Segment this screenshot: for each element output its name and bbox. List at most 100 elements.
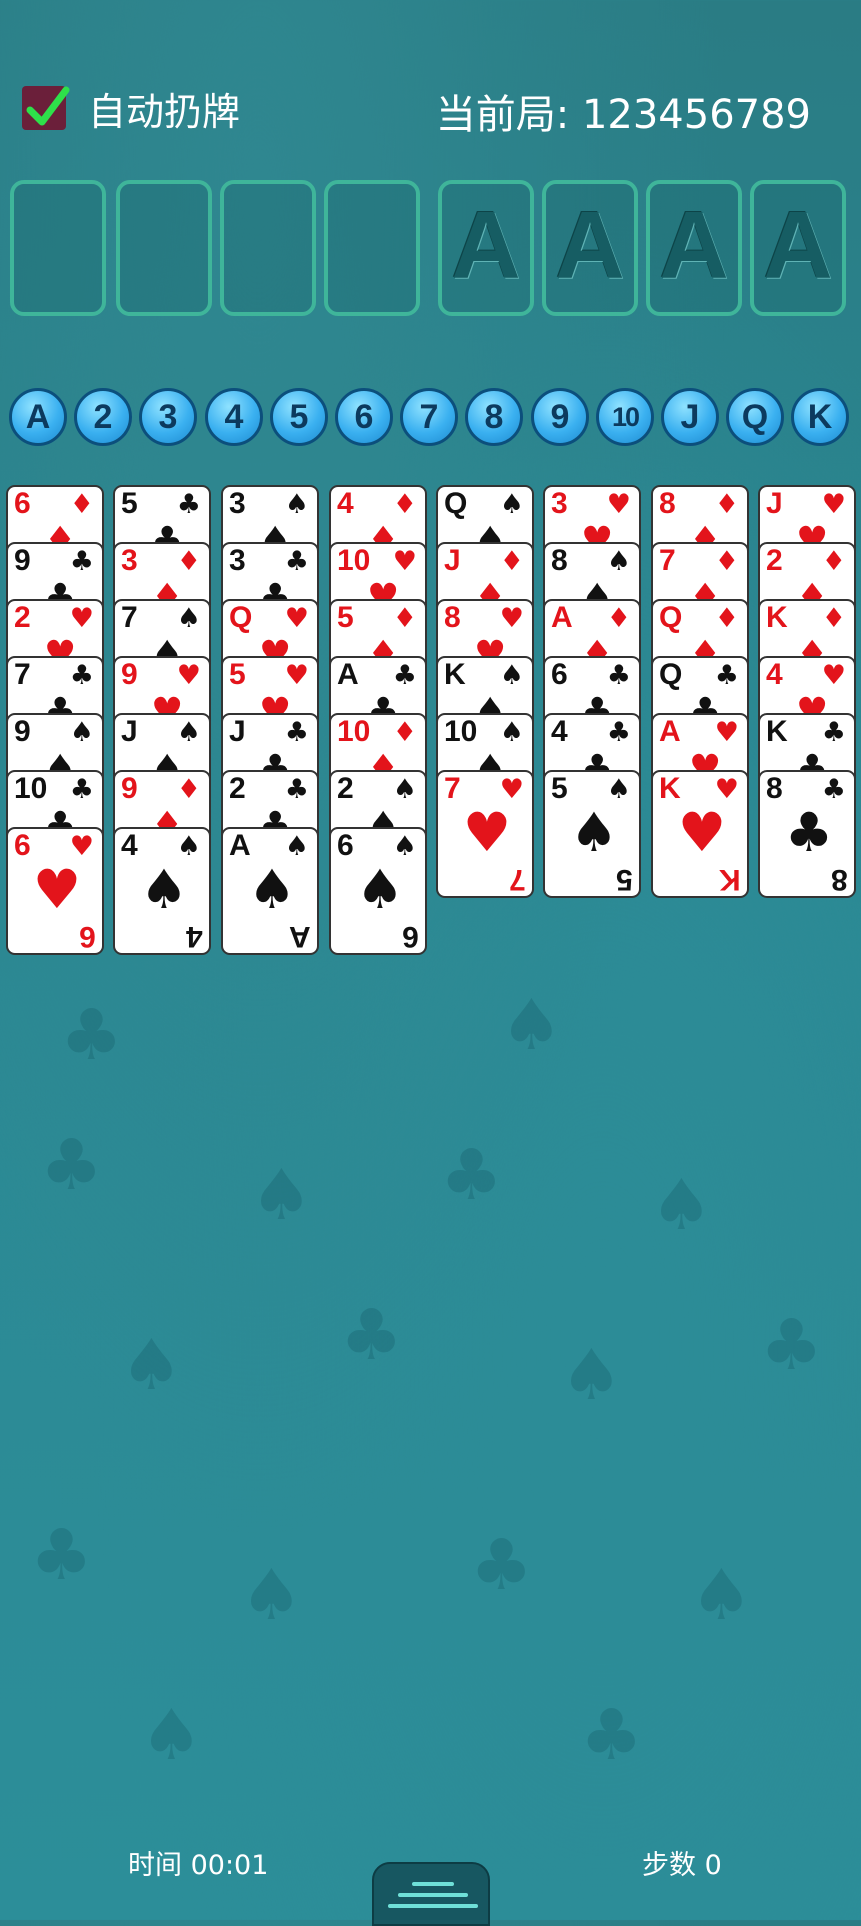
card-rank: J <box>766 487 783 520</box>
rank-button[interactable]: 2 <box>74 388 132 446</box>
playing-card[interactable]: K ♥ ♥ K <box>651 770 749 898</box>
rank-button[interactable]: 7 <box>400 388 458 446</box>
card-suit-icon: ♦ <box>176 774 201 805</box>
card-suit-icon: ♦ <box>392 489 417 520</box>
card-suit-icon: ♦ <box>714 546 739 577</box>
playing-card[interactable]: A ♠ ♠ A <box>221 827 319 955</box>
auto-discard-checkbox[interactable] <box>22 86 70 130</box>
card-suit-icon: ♥ <box>714 717 739 748</box>
card-rank: 10 <box>444 715 478 748</box>
card-rank: 3 <box>229 487 246 520</box>
rank-button[interactable]: 4 <box>205 388 263 446</box>
background-club-icon: ♣ <box>470 1524 533 1606</box>
card-rank: A <box>337 658 359 691</box>
rank-button[interactable]: 5 <box>270 388 328 446</box>
card-suit-icon: ♣ <box>392 660 417 691</box>
card-rank: 3 <box>229 544 246 577</box>
background-spade-icon: ♠ <box>250 1154 313 1236</box>
card-suit-icon: ♥ <box>392 546 417 577</box>
card-center-suit-icon: ♣ <box>784 801 834 864</box>
card-rank: 9 <box>14 544 31 577</box>
background-spade-icon: ♠ <box>500 984 563 1066</box>
card-suit-icon: ♥ <box>821 489 846 520</box>
free-cell[interactable] <box>10 180 106 316</box>
card-rank: Q <box>659 601 683 634</box>
card-suit-icon: ♣ <box>606 660 631 691</box>
card-suit-icon: ♠ <box>284 489 309 520</box>
card-suit-icon: ♠ <box>499 717 524 748</box>
card-suit-icon: ♦ <box>69 489 94 520</box>
auto-discard-label: 自动扔牌 <box>88 89 241 134</box>
card-suit-icon: ♣ <box>821 774 846 805</box>
card-rank: K <box>766 601 788 634</box>
check-icon <box>26 86 70 126</box>
card-center-suit-icon: ♥ <box>462 801 512 864</box>
card-suit-icon: ♠ <box>176 603 201 634</box>
card-suit-icon: ♥ <box>821 660 846 691</box>
free-cell[interactable] <box>116 180 212 316</box>
card-rank-inverted: A <box>289 920 311 953</box>
foundation-pile[interactable]: A <box>750 180 846 316</box>
card-rank: 4 <box>766 658 783 691</box>
card-suit-icon: ♣ <box>176 489 201 520</box>
card-suit-icon: ♥ <box>284 660 309 691</box>
foundation-pile[interactable]: A <box>542 180 638 316</box>
background-spade-icon: ♠ <box>650 1164 713 1246</box>
rank-button[interactable]: 8 <box>465 388 523 446</box>
playing-card[interactable]: 4 ♠ ♠ 4 <box>113 827 211 955</box>
rank-button[interactable]: 9 <box>531 388 589 446</box>
rank-button[interactable]: J <box>661 388 719 446</box>
auto-discard-toggle[interactable]: 自动扔牌 <box>22 84 240 134</box>
card-suit-icon: ♠ <box>606 546 631 577</box>
card-suit-icon: ♣ <box>69 774 94 805</box>
card-suit-icon: ♥ <box>714 774 739 805</box>
rank-button[interactable]: 10 <box>596 388 654 446</box>
playing-card[interactable]: 8 ♣ ♣ 8 <box>758 770 856 898</box>
rank-button[interactable]: Q <box>726 388 784 446</box>
card-rank-inverted: 4 <box>186 920 203 953</box>
card-suit-icon: ♦ <box>392 603 417 634</box>
card-suit-icon: ♥ <box>69 603 94 634</box>
rank-button[interactable]: 3 <box>139 388 197 446</box>
card-rank: A <box>229 829 251 862</box>
free-cell[interactable] <box>324 180 420 316</box>
foundation-pile[interactable]: A <box>438 180 534 316</box>
card-suit-icon: ♠ <box>606 774 631 805</box>
card-rank: J <box>444 544 461 577</box>
playing-card[interactable]: 5 ♠ ♠ 5 <box>543 770 641 898</box>
card-rank: A <box>659 715 681 748</box>
card-rank: 6 <box>14 487 31 520</box>
card-center-suit-icon: ♠ <box>247 858 297 921</box>
card-suit-icon: ♣ <box>821 717 846 748</box>
card-suit-icon: ♠ <box>284 831 309 862</box>
card-suit-icon: ♦ <box>499 546 524 577</box>
background-club-icon: ♣ <box>30 1514 93 1596</box>
card-rank: 2 <box>766 544 783 577</box>
menu-button[interactable] <box>372 1862 490 1926</box>
card-rank: K <box>444 658 466 691</box>
card-rank: 10 <box>14 772 48 805</box>
playing-card[interactable]: 6 ♠ ♠ 6 <box>329 827 427 955</box>
background-spade-icon: ♠ <box>240 1554 303 1636</box>
background-club-icon: ♣ <box>760 1304 823 1386</box>
free-cell[interactable] <box>220 180 316 316</box>
card-suit-icon: ♦ <box>176 546 201 577</box>
card-rank-inverted: 7 <box>509 863 526 896</box>
card-rank-inverted: 6 <box>402 920 419 953</box>
card-rank: 2 <box>229 772 246 805</box>
elapsed-time: 时间 00:01 <box>128 1850 269 1881</box>
card-rank: 8 <box>551 544 568 577</box>
rank-button[interactable]: A <box>9 388 67 446</box>
card-rank: 4 <box>551 715 568 748</box>
card-rank: 7 <box>659 544 676 577</box>
playing-card[interactable]: 6 ♥ ♥ 6 <box>6 827 104 955</box>
background-club-icon: ♣ <box>340 1294 403 1376</box>
rank-button[interactable]: K <box>791 388 849 446</box>
card-suit-icon: ♣ <box>69 546 94 577</box>
rank-button[interactable]: 6 <box>335 388 393 446</box>
card-suit-icon: ♠ <box>176 831 201 862</box>
playing-card[interactable]: 7 ♥ ♥ 7 <box>436 770 534 898</box>
card-rank: 6 <box>551 658 568 691</box>
card-center-suit-icon: ♥ <box>677 801 727 864</box>
foundation-pile[interactable]: A <box>646 180 742 316</box>
